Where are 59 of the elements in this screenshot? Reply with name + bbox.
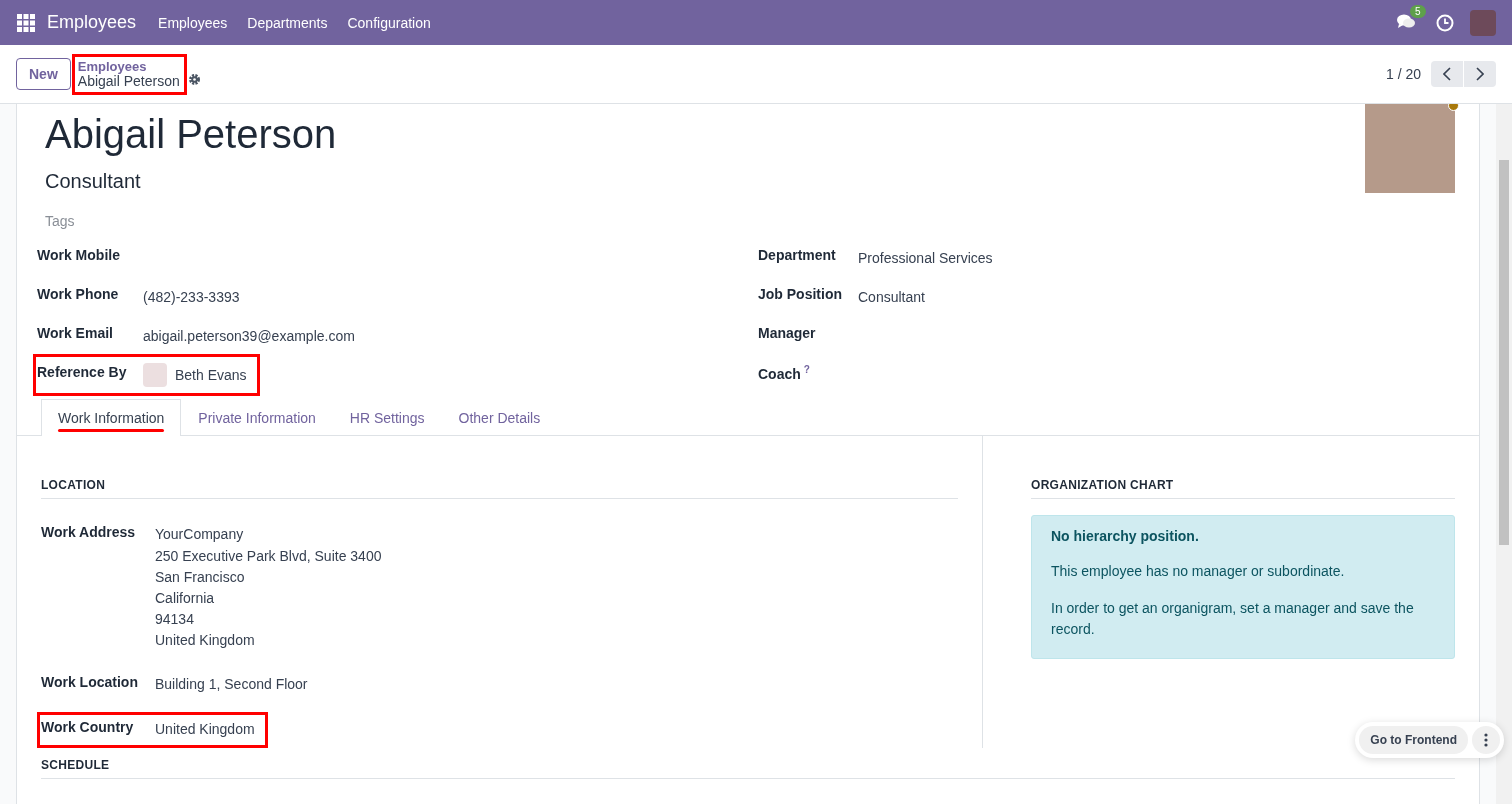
app-name[interactable]: Employees bbox=[47, 12, 137, 33]
breadcrumb-link[interactable]: Employees bbox=[77, 58, 180, 74]
field-value: San Francisco bbox=[154, 568, 246, 587]
section-title: LOCATION bbox=[41, 452, 958, 499]
field-value: 250 Executive Park Blvd, Suite 3400 bbox=[154, 547, 382, 566]
info-heading: No hierarchy position. bbox=[1051, 527, 1200, 546]
field-label: Coach bbox=[758, 365, 801, 382]
field-value: 94134 bbox=[154, 610, 195, 629]
field-value: (482)-233-3393 bbox=[143, 288, 240, 305]
go-to-frontend-button[interactable]: Go to Frontend bbox=[1359, 726, 1468, 754]
menu-item[interactable]: Configuration bbox=[347, 14, 431, 31]
info-text: In order to get an organigram, set a manager and save the record. bbox=[1051, 599, 1415, 639]
help-tooltip[interactable]: ? bbox=[803, 364, 810, 375]
field-value: California bbox=[154, 589, 216, 608]
field-label: Work Country bbox=[41, 719, 135, 737]
section-title: ORGANIZATION CHART bbox=[1031, 452, 1455, 499]
field-value: United Kingdom bbox=[154, 631, 256, 650]
field-label: Job Position bbox=[758, 286, 842, 302]
field-label: Department bbox=[758, 247, 836, 263]
field-value: United Kingdom bbox=[154, 720, 255, 739]
job-title: Consultant bbox=[45, 170, 142, 193]
menu-item[interactable]: Employees bbox=[158, 14, 228, 31]
field-label: Reference By bbox=[37, 363, 128, 382]
field-value[interactable]: Beth Evans bbox=[175, 367, 247, 383]
field-label: Manager bbox=[758, 325, 816, 341]
previous-button[interactable] bbox=[1431, 61, 1463, 87]
more-button[interactable] bbox=[1472, 726, 1500, 754]
message-count-badge: 5 bbox=[1410, 4, 1426, 18]
field-value: abigail.peterson39@example.com bbox=[143, 327, 355, 344]
field-value: Consultant bbox=[858, 288, 925, 305]
pager-value[interactable]: 1 / 20 bbox=[1385, 66, 1421, 82]
field-value: Building 1, Second Floor bbox=[154, 675, 308, 694]
new-button[interactable]: New bbox=[16, 58, 71, 90]
field-label: Work Location bbox=[41, 674, 139, 692]
employee-name: Abigail Peterson bbox=[45, 111, 338, 158]
apps-menu-icon[interactable] bbox=[17, 13, 35, 32]
tab[interactable]: Other Details bbox=[441, 399, 558, 436]
field-label: Work Phone bbox=[37, 285, 120, 304]
tab[interactable]: HR Settings bbox=[332, 399, 442, 436]
chevron-right-icon bbox=[1476, 67, 1484, 81]
breadcrumb-current: Abigail Peterson bbox=[77, 73, 180, 89]
gear-icon[interactable] bbox=[187, 72, 201, 86]
field-label: Work Mobile bbox=[37, 246, 121, 263]
clock-icon[interactable] bbox=[1436, 13, 1454, 32]
more-options-icon bbox=[1484, 733, 1488, 747]
info-text: This employee has no manager or subordinate. bbox=[1051, 562, 1346, 581]
section-title: SCHEDULE bbox=[41, 758, 1455, 779]
tags-field[interactable]: Tags bbox=[45, 213, 1365, 229]
menu-item[interactable]: Departments bbox=[247, 14, 328, 31]
avatar-placeholder bbox=[143, 363, 167, 387]
field-label: Work Email bbox=[37, 324, 114, 343]
field-label: Work Address bbox=[41, 524, 137, 542]
chat-icon[interactable] bbox=[1396, 12, 1416, 31]
tab[interactable]: Work Information bbox=[41, 399, 182, 436]
field-value: Professional Services bbox=[858, 249, 993, 266]
field-value: YourCompany bbox=[154, 525, 245, 544]
chevron-left-icon bbox=[1443, 67, 1451, 81]
next-button[interactable] bbox=[1464, 61, 1496, 87]
tab[interactable]: Private Information bbox=[181, 399, 333, 436]
